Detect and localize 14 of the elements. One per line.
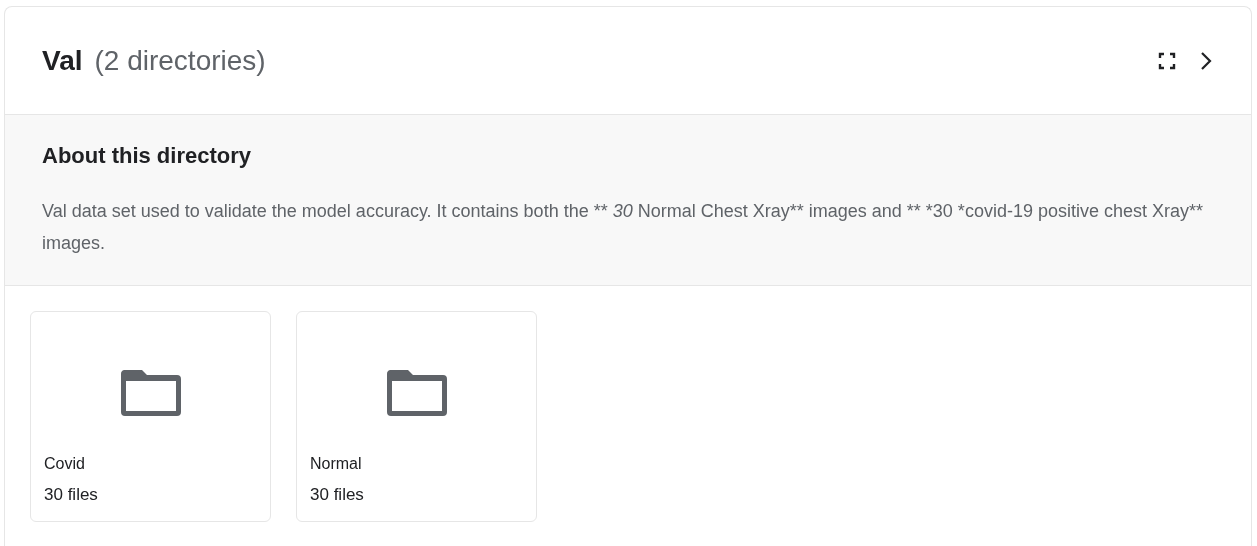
directory-count: (2 directories) — [94, 44, 266, 77]
file-count: 30 files — [310, 485, 365, 505]
folder-tile[interactable]: Normal 30 files — [296, 311, 537, 522]
about-description: Val data set used to validate the model accuracy. It contains both the ** 30 Normal Chest Xray** images and ** *30 *covid-19 positive chest Xray** images. — [42, 200, 1204, 255]
folder-name: Covid — [44, 455, 86, 473]
folder-name: Normal — [310, 455, 363, 473]
folder-icon — [119, 368, 182, 418]
folder-tile[interactable]: Covid 30 files — [30, 311, 271, 522]
file-count: 30 files — [44, 485, 99, 505]
chevron-right-icon[interactable] — [1199, 49, 1213, 72]
fullscreen-icon[interactable] — [1157, 50, 1177, 71]
about-heading: About this directory — [42, 143, 252, 169]
folder-icon — [385, 368, 448, 418]
directory-title: Val — [42, 44, 83, 77]
